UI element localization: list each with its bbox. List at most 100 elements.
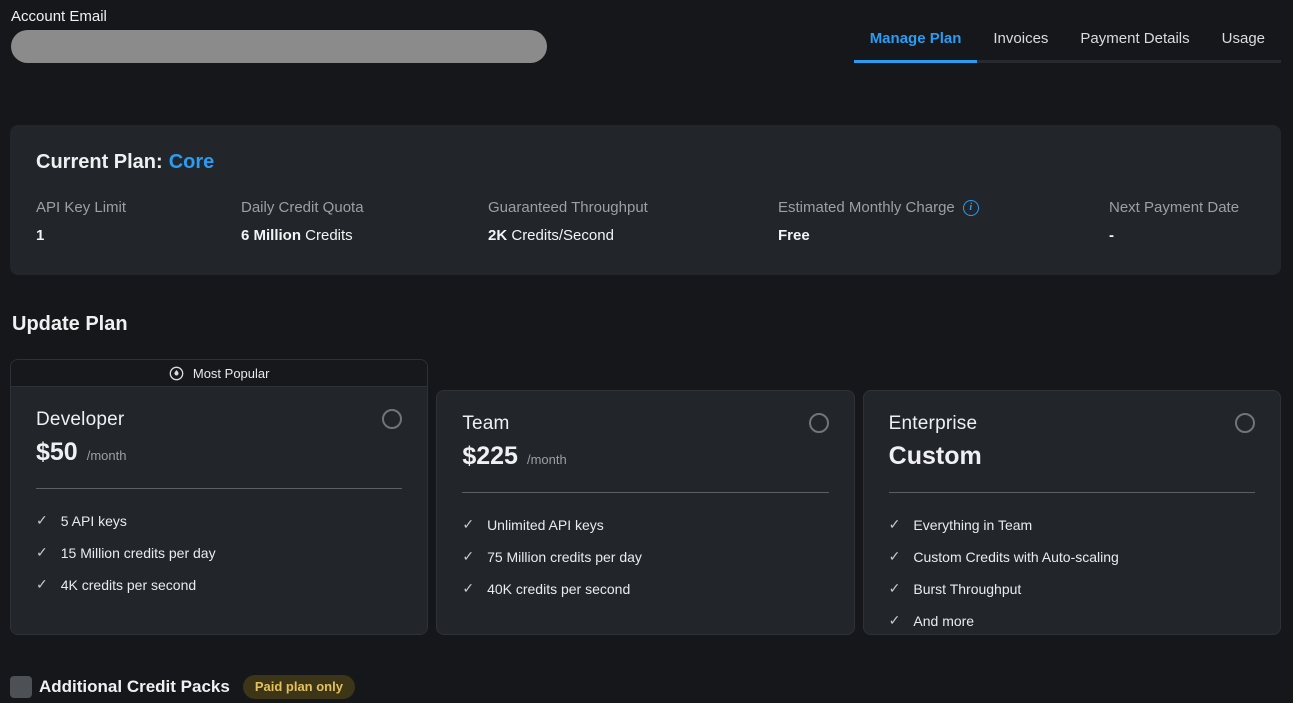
stat-next-payment-date: Next Payment Date -: [1109, 199, 1239, 244]
stat-daily-credit-quota: Daily Credit Quota 6 Million Credits: [241, 199, 488, 244]
plan-price: $225: [462, 442, 518, 471]
stat-value-main: 6 Million: [241, 227, 301, 244]
check-icon: ✓: [462, 516, 474, 533]
plan-features: ✓ Everything in Team ✓ Custom Credits with…: [889, 516, 1255, 629]
feature-text: Burst Throughput: [913, 581, 1021, 597]
current-plan-title-prefix: Current Plan:: [36, 151, 163, 173]
current-plan-card: Current Plan: Core API Key Limit 1 Daily …: [10, 125, 1281, 275]
credit-packs-row: Additional Credit Packs Paid plan only: [10, 675, 1281, 699]
plan-card-developer-body[interactable]: Developer $50 /month ✓5 API keys ✓15 Mil…: [11, 387, 427, 634]
flame-icon: [169, 366, 184, 381]
current-plan-name: Core: [169, 151, 215, 173]
check-icon: ✓: [462, 548, 474, 565]
stat-api-key-limit: API Key Limit 1: [36, 199, 241, 244]
plan-column-team: Team $225 /month ✓Unlimited API keys ✓ 75…: [436, 390, 854, 635]
credit-packs-label: Additional Credit Packs: [39, 677, 230, 697]
feature-text: 15 Million credits per day: [61, 545, 216, 561]
stat-value-main: -: [1109, 227, 1114, 244]
plan-period: /month: [527, 452, 567, 467]
stat-value-rest: Credits: [301, 227, 353, 244]
feature-item: ✓ 40K credits per second: [462, 580, 828, 597]
check-icon: ✓: [889, 516, 901, 533]
current-plan-stats: API Key Limit 1 Daily Credit Quota 6 Mil…: [36, 199, 1255, 244]
update-plan-heading: Update Plan: [12, 313, 1281, 336]
feature-text: 75 Million credits per day: [487, 549, 642, 565]
plan-radio-developer[interactable]: [382, 409, 402, 429]
paid-plan-only-badge: Paid plan only: [243, 675, 355, 699]
feature-item: ✓ 4K credits per second: [36, 576, 402, 593]
account-email-input[interactable]: [11, 30, 547, 63]
check-icon: ✓: [889, 612, 901, 629]
stat-value-main: 1: [36, 227, 44, 244]
plan-options: Most Popular Developer $50 /month ✓5 API…: [10, 359, 1281, 635]
stat-estimated-monthly-charge: Estimated Monthly Charge i Free: [778, 199, 1109, 244]
check-icon: ✓: [36, 576, 48, 593]
plan-radio-enterprise[interactable]: [1235, 413, 1255, 433]
feature-item: ✓ 15 Million credits per day: [36, 544, 402, 561]
plan-card-developer[interactable]: Most Popular Developer $50 /month ✓5 API…: [10, 359, 428, 635]
plan-radio-team[interactable]: [809, 413, 829, 433]
stat-label: Next Payment Date: [1109, 199, 1239, 216]
tab-payment-details[interactable]: Payment Details: [1064, 30, 1205, 63]
stat-value-rest: Credits/Second: [507, 227, 614, 244]
check-icon: ✓: [462, 580, 474, 597]
stat-value: 2K Credits/Second: [488, 227, 778, 244]
credit-packs-checkbox[interactable]: [10, 676, 32, 698]
plan-card-team[interactable]: Team $225 /month ✓Unlimited API keys ✓ 75…: [436, 390, 854, 635]
stat-value: Free: [778, 227, 1109, 244]
feature-text: Custom Credits with Auto-scaling: [913, 549, 1118, 565]
plan-features: ✓Unlimited API keys ✓ 75 Million credits …: [462, 516, 828, 597]
feature-text: Everything in Team: [913, 517, 1032, 533]
plan-name: Team: [462, 413, 509, 435]
top-bar: Account Email Manage Plan Invoices Payme…: [10, 0, 1281, 63]
plan-head: Enterprise: [889, 413, 1255, 435]
most-popular-label: Most Popular: [193, 366, 270, 381]
divider: [36, 488, 402, 489]
stat-label: Estimated Monthly Charge i: [778, 199, 1109, 216]
stat-value: -: [1109, 227, 1239, 244]
feature-item: ✓ And more: [889, 612, 1255, 629]
plan-period: /month: [87, 448, 127, 463]
account-email-block: Account Email: [10, 8, 547, 63]
feature-text: And more: [913, 613, 974, 629]
feature-text: 5 API keys: [61, 513, 127, 529]
stat-value: 1: [36, 227, 241, 244]
feature-item: ✓ Everything in Team: [889, 516, 1255, 533]
plan-name: Developer: [36, 409, 124, 431]
stat-label: API Key Limit: [36, 199, 241, 216]
tab-usage[interactable]: Usage: [1206, 30, 1281, 63]
stat-value: 6 Million Credits: [241, 227, 488, 244]
check-icon: ✓: [36, 544, 48, 561]
plan-head: Team: [462, 413, 828, 435]
tab-manage-plan[interactable]: Manage Plan: [854, 30, 978, 63]
stat-guaranteed-throughput: Guaranteed Throughput 2K Credits/Second: [488, 199, 778, 244]
feature-item: ✓5 API keys: [36, 512, 402, 529]
feature-text: 40K credits per second: [487, 581, 630, 597]
account-email-label: Account Email: [11, 8, 547, 25]
current-plan-title: Current Plan: Core: [36, 151, 1255, 174]
plan-price: $50: [36, 438, 78, 467]
stat-label: Daily Credit Quota: [241, 199, 488, 216]
plan-features: ✓5 API keys ✓15 Million credits per day …: [36, 512, 402, 593]
plan-column-developer: Most Popular Developer $50 /month ✓5 API…: [10, 359, 428, 635]
check-icon: ✓: [889, 548, 901, 565]
feature-text: 4K credits per second: [61, 577, 196, 593]
plan-card-enterprise[interactable]: Enterprise Custom ✓ Everything in Team ✓ C…: [863, 390, 1281, 635]
info-icon[interactable]: i: [963, 200, 979, 216]
stat-label-text: Estimated Monthly Charge: [778, 199, 955, 216]
plan-price-row: $225 /month: [462, 442, 828, 471]
stat-value-main: 2K: [488, 227, 507, 244]
feature-item: ✓Unlimited API keys: [462, 516, 828, 533]
plan-price: Custom: [889, 442, 982, 471]
stat-label: Guaranteed Throughput: [488, 199, 778, 216]
tab-invoices[interactable]: Invoices: [977, 30, 1064, 63]
plan-price-row: $50 /month: [36, 438, 402, 467]
divider: [889, 492, 1255, 493]
feature-item: ✓ 75 Million credits per day: [462, 548, 828, 565]
plan-name: Enterprise: [889, 413, 978, 435]
plan-column-enterprise: Enterprise Custom ✓ Everything in Team ✓ C…: [863, 390, 1281, 635]
plan-price-row: Custom: [889, 442, 1255, 471]
most-popular-banner: Most Popular: [11, 360, 427, 387]
billing-page: Account Email Manage Plan Invoices Payme…: [0, 0, 1293, 699]
plan-head: Developer: [36, 409, 402, 431]
